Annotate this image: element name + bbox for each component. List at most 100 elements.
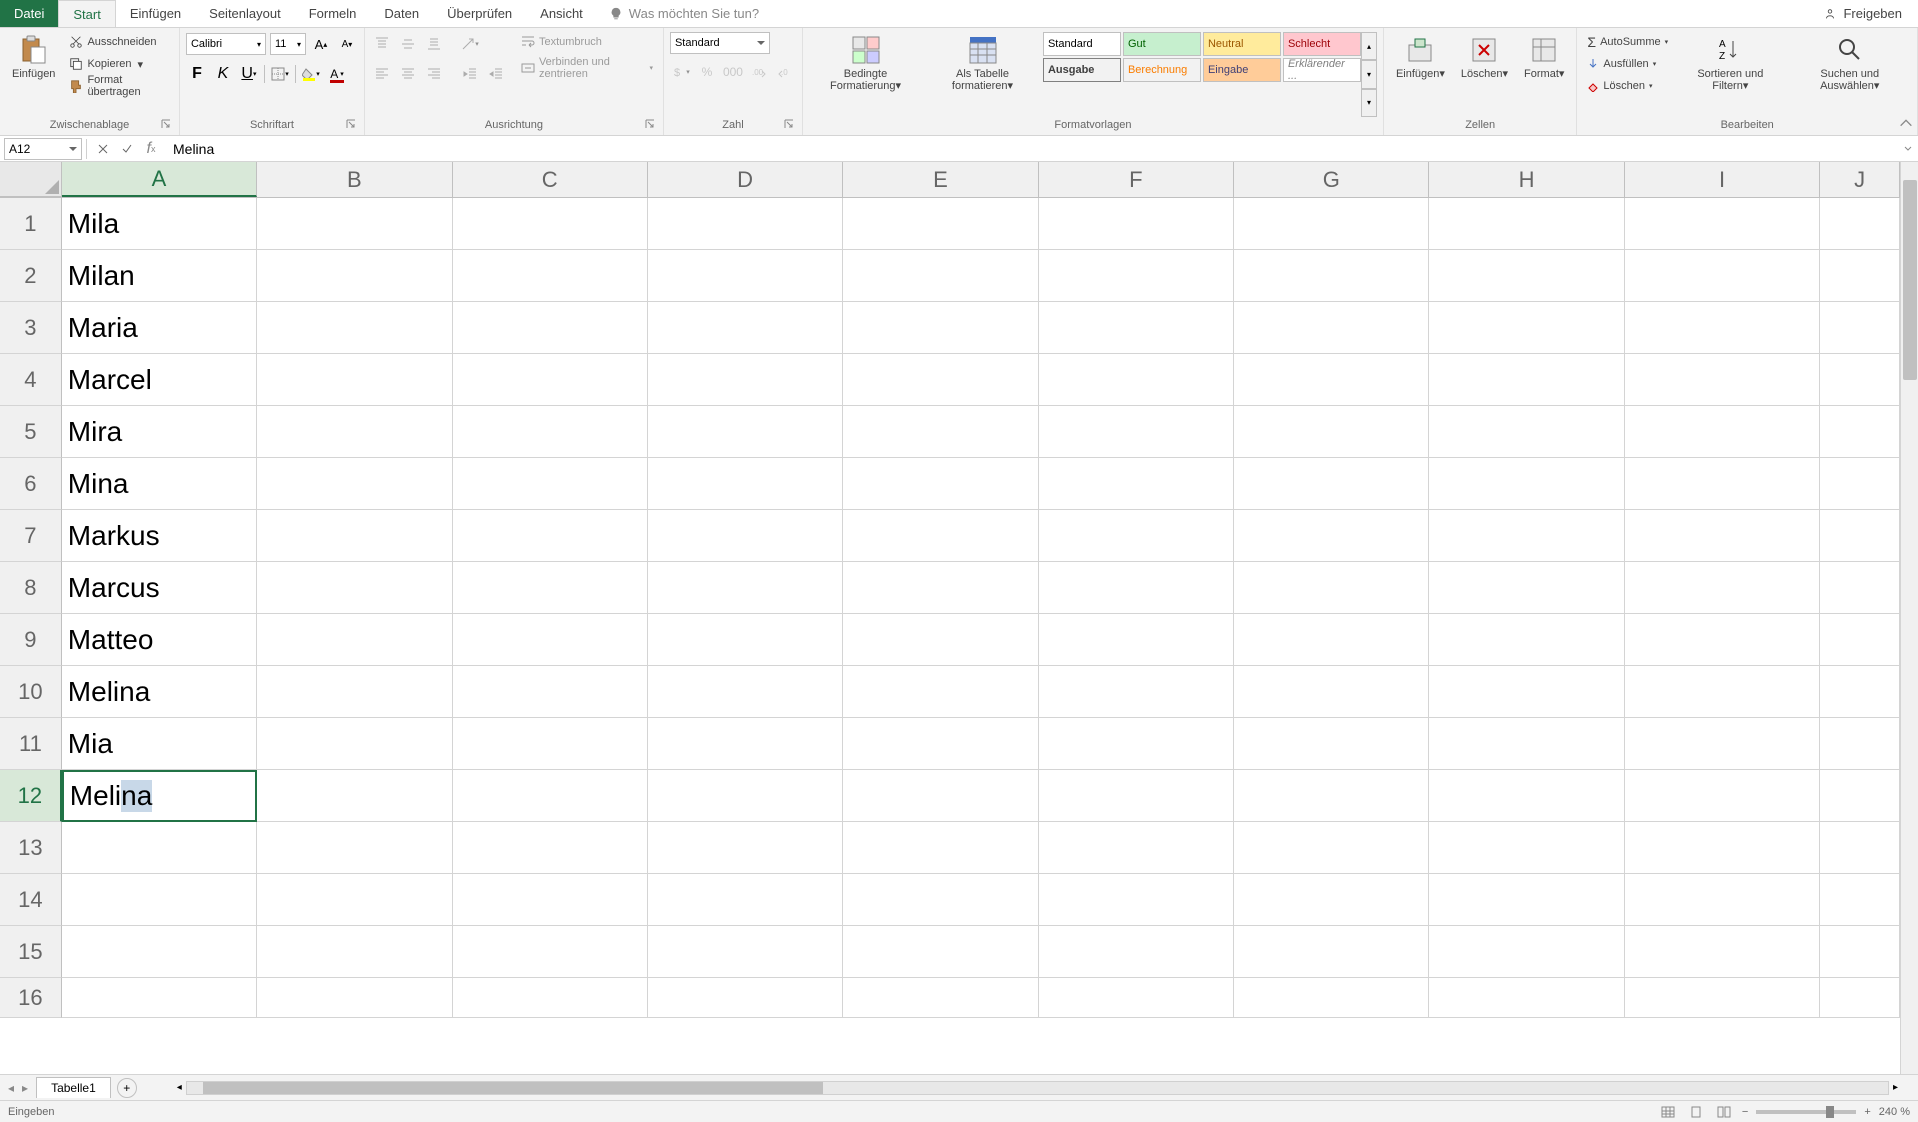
row-header-12[interactable]: 12 [0,770,62,822]
cell-style-gut[interactable]: Gut [1123,32,1201,56]
align-center-button[interactable] [397,63,419,85]
cell-B10[interactable] [257,666,452,718]
add-sheet-button[interactable]: + [117,1078,137,1098]
column-header-D[interactable]: D [648,162,843,197]
cell-H6[interactable] [1429,458,1624,510]
cell-style-neutral[interactable]: Neutral [1203,32,1281,56]
tab-uberprufen[interactable]: Überprüfen [433,0,526,27]
autosum-button[interactable]: ΣAutoSumme▾ [1583,32,1672,52]
cell-A12[interactable]: Melina [62,770,257,822]
cell-I11[interactable] [1625,718,1820,770]
comma-button[interactable]: 000 [722,61,744,83]
cell-A6[interactable]: Mina [62,458,257,510]
cell-I13[interactable] [1625,822,1820,874]
cell-J11[interactable] [1820,718,1900,770]
cell-H1[interactable] [1429,198,1624,250]
row-header-2[interactable]: 2 [0,250,62,302]
row-header-16[interactable]: 16 [0,978,62,1018]
cell-A8[interactable]: Marcus [62,562,257,614]
cell-C6[interactable] [453,458,648,510]
bold-button[interactable]: F [186,63,208,85]
cell-G13[interactable] [1234,822,1429,874]
confirm-edit-button[interactable] [115,138,139,160]
zoom-level[interactable]: 240 % [1879,1106,1910,1118]
vertical-scrollbar[interactable] [1900,162,1918,1074]
tab-seitenlayout[interactable]: Seitenlayout [195,0,295,27]
row-header-3[interactable]: 3 [0,302,62,354]
cell-G15[interactable] [1234,926,1429,978]
row-header-15[interactable]: 15 [0,926,62,978]
gallery-more-button[interactable]: ▾ [1361,89,1377,117]
zoom-in-button[interactable]: + [1864,1106,1870,1118]
row-header-6[interactable]: 6 [0,458,62,510]
tab-einfugen[interactable]: Einfügen [116,0,195,27]
clear-button[interactable]: Löschen▾ [1583,76,1672,96]
column-header-A[interactable]: A [62,162,257,197]
hscroll-right[interactable]: ▸ [1893,1082,1898,1093]
cell-B5[interactable] [257,406,452,458]
cell-C10[interactable] [453,666,648,718]
cell-E9[interactable] [843,614,1038,666]
cell-B15[interactable] [257,926,452,978]
cell-F8[interactable] [1039,562,1234,614]
cell-C16[interactable] [453,978,648,1018]
cell-B2[interactable] [257,250,452,302]
cell-F10[interactable] [1039,666,1234,718]
cell-style-schlecht[interactable]: Schlecht [1283,32,1361,56]
cell-I9[interactable] [1625,614,1820,666]
row-header-8[interactable]: 8 [0,562,62,614]
cell-D6[interactable] [648,458,843,510]
cell-I5[interactable] [1625,406,1820,458]
collapse-ribbon-button[interactable] [1898,115,1914,131]
insert-function-button[interactable]: fx [139,138,163,160]
zoom-out-button[interactable]: − [1742,1106,1748,1118]
cell-G7[interactable] [1234,510,1429,562]
cell-E12[interactable] [843,770,1038,822]
cell-E5[interactable] [843,406,1038,458]
align-bottom-button[interactable] [423,33,445,55]
column-header-I[interactable]: I [1625,162,1820,197]
cell-C5[interactable] [453,406,648,458]
sort-filter-button[interactable]: AZSortieren und Filtern▾ [1676,32,1784,117]
font-color-button[interactable]: A▾ [326,63,348,85]
row-header-10[interactable]: 10 [0,666,62,718]
cell-D15[interactable] [648,926,843,978]
sheet-nav-next[interactable]: ▸ [22,1081,28,1095]
cell-B8[interactable] [257,562,452,614]
delete-cells-button[interactable]: Löschen▾ [1455,32,1514,117]
cell-G14[interactable] [1234,874,1429,926]
cell-I1[interactable] [1625,198,1820,250]
expand-formula-bar-button[interactable] [1898,144,1918,154]
decrease-font-button[interactable]: A▾ [336,33,358,55]
sheet-tab-tabelle1[interactable]: Tabelle1 [36,1077,111,1098]
cell-style-berechnung[interactable]: Berechnung [1123,58,1201,82]
cell-A7[interactable]: Markus [62,510,257,562]
cell-J1[interactable] [1820,198,1900,250]
cancel-edit-button[interactable] [91,138,115,160]
cell-E2[interactable] [843,250,1038,302]
row-header-5[interactable]: 5 [0,406,62,458]
cell-F6[interactable] [1039,458,1234,510]
cell-D4[interactable] [648,354,843,406]
cell-D10[interactable] [648,666,843,718]
tab-start[interactable]: Start [58,0,115,27]
cell-J2[interactable] [1820,250,1900,302]
cell-H2[interactable] [1429,250,1624,302]
cell-G1[interactable] [1234,198,1429,250]
cell-I3[interactable] [1625,302,1820,354]
cell-G11[interactable] [1234,718,1429,770]
cell-F5[interactable] [1039,406,1234,458]
cell-F7[interactable] [1039,510,1234,562]
cell-style-eingabe[interactable]: Eingabe [1203,58,1281,82]
column-header-J[interactable]: J [1820,162,1900,197]
cell-H13[interactable] [1429,822,1624,874]
dialog-launcher-icon[interactable] [161,119,171,129]
cell-B7[interactable] [257,510,452,562]
page-layout-view-button[interactable] [1686,1104,1706,1120]
cell-D8[interactable] [648,562,843,614]
font-size-select[interactable]: 11▾ [270,33,306,55]
format-cells-button[interactable]: Format▾ [1518,32,1570,117]
format-painter-button[interactable]: Format übertragen [65,76,173,96]
cell-F4[interactable] [1039,354,1234,406]
cell-E4[interactable] [843,354,1038,406]
